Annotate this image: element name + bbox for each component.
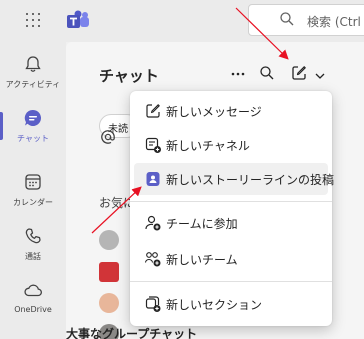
storyline-icon [146,172,160,186]
title-bar: 検索 (Ctrl [0,0,364,42]
rail-item-label: 通話 [25,252,41,261]
menu-divider [130,281,332,282]
section-add-icon [145,296,161,312]
people-add-icon [144,252,161,267]
chevron-down-icon [315,73,325,79]
new-chat-button[interactable] [290,64,308,86]
new-chat-dropdown-button[interactable] [314,67,326,86]
rail-item-label: チャット [17,134,49,143]
rail-item-label: OneDrive [14,305,52,314]
teams-logo-icon [67,10,89,28]
search-input[interactable]: 検索 (Ctrl [248,4,364,36]
compose-icon [292,66,306,80]
menu-divider [130,201,332,202]
chat-list-item[interactable] [99,293,129,313]
phone-icon [25,228,41,244]
app-bar: アクティビティ チャット カレンダー 通話 OneDrive [0,42,66,339]
rail-item-label: カレンダー [13,198,53,207]
filter-search-button[interactable] [259,65,275,85]
more-icon [231,72,245,76]
compose-icon [146,104,160,118]
search-icon [280,12,294,26]
chat-list-item[interactable] [99,262,129,282]
avatar [99,230,119,250]
person-add-icon [145,215,161,231]
rail-item-label: アクティビティ [5,80,61,89]
rail-item-activity[interactable]: アクティビティ [0,46,66,98]
channel-add-icon [145,137,161,153]
bell-icon [25,56,41,72]
chat-list-item[interactable] [99,230,129,250]
menu-item-label: 新しいチーム [166,253,238,267]
calendar-icon [25,174,41,190]
more-options-button[interactable] [230,65,246,81]
page-title: チャット [99,67,159,85]
menu-item-new-team[interactable]: 新しいチーム [134,243,328,275]
avatar [99,293,119,313]
menu-item-new-storyline-post[interactable]: 新しいストーリーラインの投稿 [134,163,334,195]
menu-item-join-team[interactable]: チームに参加 [134,207,328,239]
menu-item-label: 新しいメッセージ [166,105,262,119]
rail-item-onedrive[interactable]: OneDrive [0,272,66,324]
menu-item-new-message[interactable]: 新しいメッセージ [134,95,328,127]
rail-item-chat[interactable]: チャット [0,100,66,152]
search-placeholder: 検索 (Ctrl [307,15,361,29]
chat-icon [24,109,42,126]
cloud-icon [24,284,42,297]
mention-icon[interactable] [99,128,117,146]
rail-item-calls[interactable]: 通話 [0,218,66,270]
menu-item-new-channel[interactable]: 新しいチャネル [134,129,328,161]
search-icon [260,66,274,80]
chat-list-item-title[interactable]: 大事なグループチャット [66,325,197,339]
avatar [99,262,119,282]
menu-item-new-section[interactable]: 新しいセクション [134,288,328,320]
menu-item-label: 新しいストーリーラインの投稿 [166,173,335,187]
rail-item-calendar[interactable]: カレンダー [0,164,66,216]
menu-item-label: 新しいセクション [166,298,263,312]
menu-item-label: チームに参加 [166,217,238,231]
new-chat-menu: 新しいメッセージ 新しいチャネル 新しいストーリーラインの投稿 チームに参加 新… [130,91,334,326]
menu-item-label: 新しいチャネル [166,139,250,153]
app-launcher-icon[interactable] [26,13,40,27]
